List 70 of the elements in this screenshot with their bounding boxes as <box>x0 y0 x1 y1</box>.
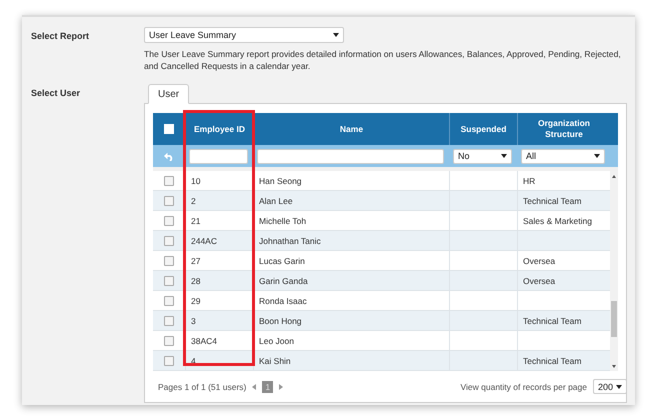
caret-icon <box>616 384 622 388</box>
field-label: Select User <box>31 87 82 100</box>
table-row[interactable]: 21 Michelle Toh Sales & Marketing <box>153 211 610 231</box>
filter-dropdown[interactable]: No <box>453 148 512 164</box>
row-checkbox[interactable] <box>164 276 174 286</box>
column-header[interactable]: Employee ID <box>194 124 246 134</box>
table-cell: Sales & Marketing <box>523 216 592 226</box>
table-row[interactable]: 28 Garin Ganda Oversea <box>153 271 610 291</box>
caret-icon <box>594 154 600 158</box>
table-cell: Han Seong <box>259 176 302 186</box>
row-checkbox[interactable] <box>164 336 174 346</box>
table-cell: 2 <box>191 196 196 206</box>
table-cell: 28 <box>191 276 200 286</box>
next-icon[interactable] <box>279 384 284 390</box>
column-header[interactable]: Suspended <box>460 124 506 134</box>
row-checkbox[interactable] <box>164 356 174 366</box>
caret-icon <box>501 154 507 158</box>
table-cell: 27 <box>191 256 200 266</box>
report-dropdown[interactable]: User Leave Summary <box>144 27 344 43</box>
table-cell: Michelle Toh <box>259 216 306 226</box>
per-page-label: View quantity of records per page <box>460 382 587 392</box>
table-cell: 38AC4 <box>191 336 217 346</box>
row-checkbox[interactable] <box>164 316 174 326</box>
scrollbar[interactable] <box>610 171 618 371</box>
table-cell: Ronda Isaac <box>259 296 307 306</box>
table-cell: Johnathan Tanic <box>259 236 321 246</box>
table-cell: 21 <box>191 216 200 226</box>
filter-dropdown[interactable]: All <box>521 148 605 164</box>
per-page-dropdown[interactable]: 200 <box>593 379 627 394</box>
table-cell: Technical Team <box>523 316 582 326</box>
report-description: The User Leave Summary report provides detailed information on users Allowances, Balances, Approved, Pending, Rejected, and Cancelled Requests in a calendar year. <box>144 48 622 72</box>
filter-field[interactable] <box>189 148 248 164</box>
table-cell: 10 <box>191 176 200 186</box>
table-cell: Oversea <box>523 276 556 286</box>
table-cell: Oversea <box>523 256 556 266</box>
row-checkbox[interactable] <box>164 296 174 306</box>
column-header[interactable]: Name <box>340 124 364 134</box>
table-cell: Leo Joon <box>259 336 294 346</box>
table-cell: 3 <box>191 316 196 326</box>
table-cell: Alan Lee <box>259 196 293 206</box>
table-cell: Lucas Garin <box>259 256 305 266</box>
previous-icon[interactable] <box>252 384 256 390</box>
caret-icon <box>333 33 339 37</box>
column-header[interactable]: Organization Structure <box>518 118 610 140</box>
table-row[interactable]: 27 Lucas Garin Oversea <box>153 251 610 271</box>
field-label: Select Report <box>31 30 90 43</box>
table-row[interactable]: 3 Boon Hong Technical Team <box>153 311 610 331</box>
table-cell: 29 <box>191 296 200 306</box>
table-row[interactable]: 29 Ronda Isaac <box>153 291 610 311</box>
row-checkbox[interactable] <box>164 236 174 246</box>
filter-field[interactable] <box>257 148 444 164</box>
table-cell: Technical Team <box>523 356 582 366</box>
table-cell: Garin Ganda <box>259 276 308 286</box>
row-checkbox[interactable] <box>164 216 174 226</box>
table-cell: Boon Hong <box>259 316 302 326</box>
table-row[interactable]: 244AC Johnathan Tanic <box>153 231 610 251</box>
table-cell: 244AC <box>191 236 217 246</box>
table-cell: Kai Shin <box>259 356 291 366</box>
table-row[interactable]: 38AC4 Leo Joon <box>153 331 610 351</box>
table-row[interactable]: 2 Alan Lee Technical Team <box>153 191 610 211</box>
row-checkbox[interactable] <box>164 256 174 266</box>
undo-icon[interactable] <box>164 152 174 160</box>
tab[interactable]: User <box>148 84 190 104</box>
table-row[interactable]: 10 Han Seong HR <box>153 171 610 191</box>
row-checkbox[interactable] <box>164 176 174 186</box>
table-cell: HR <box>523 176 536 186</box>
page-summary: Pages 1 of 1 (51 users) <box>158 382 246 392</box>
row-checkbox[interactable] <box>164 196 174 206</box>
select-all-checkbox[interactable] <box>164 124 174 134</box>
table-cell: Technical Team <box>523 196 582 206</box>
